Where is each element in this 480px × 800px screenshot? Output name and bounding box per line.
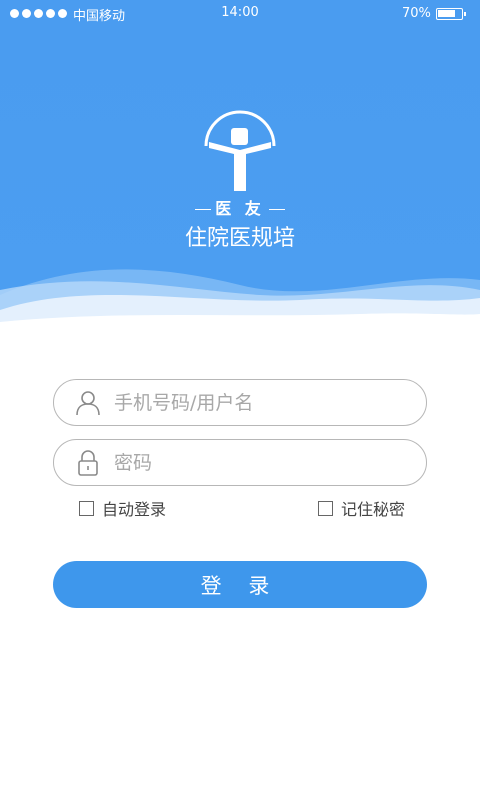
auto-login-checkbox[interactable]: [79, 500, 94, 516]
battery-icon: [436, 8, 466, 20]
lock-icon: [78, 450, 98, 476]
password-field[interactable]: [53, 439, 427, 486]
auto-login-option[interactable]: 自动登录: [79, 496, 166, 520]
status-bar: 中国移动 14:00 70%: [0, 0, 480, 28]
app-logo-icon: [204, 110, 276, 191]
username-input[interactable]: [114, 388, 404, 418]
wave-decoration: [0, 269, 480, 330]
remember-checkbox[interactable]: [318, 500, 333, 516]
user-icon: [76, 391, 100, 416]
brand-text: 医 友: [215, 199, 265, 218]
login-button[interactable]: 登 录: [53, 561, 427, 608]
brand-name: 医 友: [0, 195, 480, 219]
remember-label: 记住秘密: [341, 500, 406, 519]
auto-login-label: 自动登录: [102, 500, 167, 519]
battery-percentage: 70%: [402, 6, 431, 21]
app-subtitle: 住院医规培: [184, 226, 295, 251]
remember-option[interactable]: 记住秘密: [318, 496, 405, 520]
username-field[interactable]: [53, 379, 427, 426]
header-banner: 中国移动 14:00 70% 医 友 住院医规培: [0, 0, 480, 330]
password-input[interactable]: [114, 448, 404, 478]
